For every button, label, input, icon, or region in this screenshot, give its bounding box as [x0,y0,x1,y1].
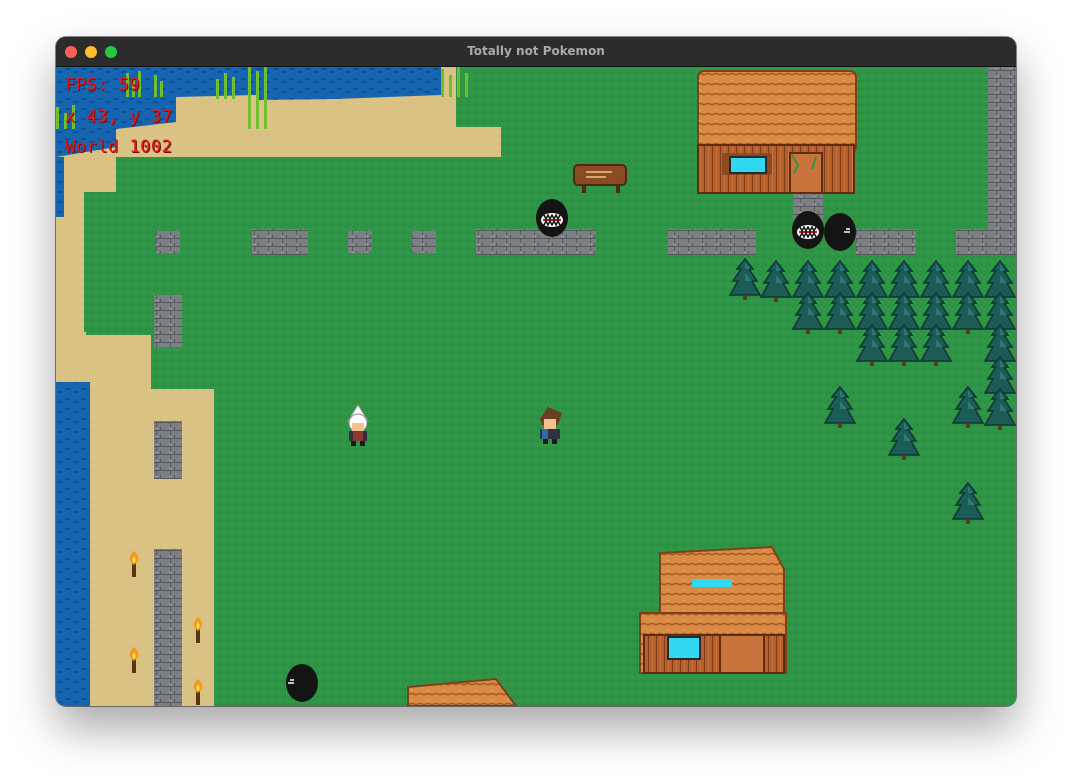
fps-counter: FPS: 59 [65,75,141,95]
shadow-monster-sprite-asleep [286,664,318,702]
player-coordinates: x 43, y 37 [65,107,173,127]
house-icon-top [697,70,857,194]
game-viewport[interactable]: FPS: 59 x 43, y 37 World 1002 [56,67,1016,706]
sea-water [56,382,90,706]
house-icon-bottom [639,545,787,674]
river-water [56,157,64,217]
world-label: World 1002 [65,137,173,157]
shadow-monster-sprite-asleep [824,213,856,251]
window-title: Totally not Pokemon [467,44,605,58]
game-map [56,67,1016,706]
title-bar: Totally not Pokemon [56,37,1016,67]
shadow-monster-sprite [791,210,825,250]
game-window: Totally not Pokemon FPS: 59 x 43, y 37 W… [56,37,1016,706]
shadow-monster-sprite [535,198,569,238]
